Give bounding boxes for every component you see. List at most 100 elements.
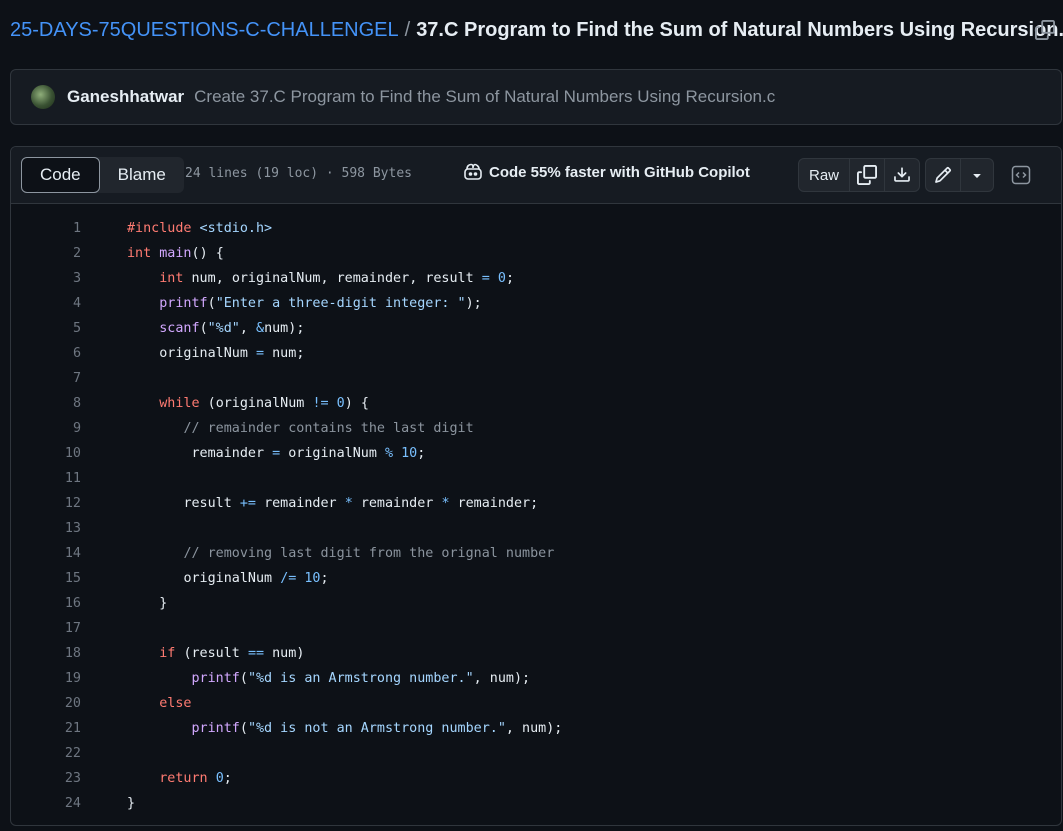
copilot-label: Code 55% faster with GitHub Copilot bbox=[489, 163, 750, 181]
symbols-icon bbox=[1011, 165, 1031, 185]
copilot-icon bbox=[464, 163, 482, 180]
code-text: return 0; bbox=[159, 771, 232, 786]
line-number[interactable]: 6 bbox=[11, 346, 81, 361]
code-line: 22 bbox=[11, 741, 1061, 766]
file-meta: 24 lines (19 loc) · 598 Bytes bbox=[185, 166, 412, 181]
commit-message[interactable]: Create 37.C Program to Find the Sum of N… bbox=[194, 87, 775, 107]
line-number[interactable]: 7 bbox=[11, 371, 81, 386]
code-text: while (originalNum != 0) { bbox=[159, 396, 369, 411]
raw-actions-group: Raw bbox=[798, 158, 920, 192]
code-listing: 1 #include <stdio.h> 2 int main() { 3 int nu… bbox=[11, 204, 1061, 816]
download-icon bbox=[894, 167, 910, 182]
code-line: 23 return 0; bbox=[11, 766, 1061, 791]
commit-author[interactable]: Ganeshhatwar bbox=[67, 87, 184, 107]
code-line: 17 bbox=[11, 616, 1061, 641]
file-viewer: Code Blame 24 lines (19 loc) · 598 Bytes… bbox=[10, 146, 1062, 826]
line-number[interactable]: 24 bbox=[11, 796, 81, 811]
download-button[interactable] bbox=[885, 159, 919, 191]
line-number[interactable]: 4 bbox=[11, 296, 81, 311]
code-line: 6 originalNum = num; bbox=[11, 341, 1061, 366]
line-number[interactable]: 3 bbox=[11, 271, 81, 286]
line-number[interactable]: 16 bbox=[11, 596, 81, 611]
line-number[interactable]: 11 bbox=[11, 471, 81, 486]
tab-blame[interactable]: Blame bbox=[100, 157, 184, 193]
code-text: int main() { bbox=[127, 246, 224, 261]
latest-commit-bar: Ganeshhatwar Create 37.C Program to Find… bbox=[10, 69, 1062, 125]
line-number[interactable]: 18 bbox=[11, 646, 81, 661]
tab-code[interactable]: Code bbox=[21, 157, 100, 193]
line-number[interactable]: 20 bbox=[11, 696, 81, 711]
code-line: 14 // removing last digit from the orign… bbox=[11, 541, 1061, 566]
line-number[interactable]: 17 bbox=[11, 621, 81, 636]
avatar[interactable] bbox=[31, 85, 55, 109]
code-text: else bbox=[159, 696, 192, 711]
line-number[interactable]: 13 bbox=[11, 521, 81, 536]
line-number[interactable]: 23 bbox=[11, 771, 81, 786]
code-line: 9 // remainder contains the last digit bbox=[11, 416, 1061, 441]
code-line: 19 printf("%d is an Armstrong number.", … bbox=[11, 666, 1061, 691]
code-line: 10 remainder = originalNum % 10; bbox=[11, 441, 1061, 466]
edit-dropdown-button[interactable] bbox=[961, 159, 993, 191]
code-line: 1 #include <stdio.h> bbox=[11, 216, 1061, 241]
code-line: 8 while (originalNum != 0) { bbox=[11, 391, 1061, 416]
breadcrumb-separator: / bbox=[404, 18, 411, 41]
triangle-down-icon bbox=[973, 174, 981, 178]
line-number[interactable]: 5 bbox=[11, 321, 81, 336]
raw-button[interactable]: Raw bbox=[799, 159, 850, 191]
code-line: 2 int main() { bbox=[11, 241, 1061, 266]
line-number[interactable]: 10 bbox=[11, 446, 81, 461]
code-line: 3 int num, originalNum, remainder, resul… bbox=[11, 266, 1061, 291]
code-text: result += remainder * remainder * remain… bbox=[183, 496, 539, 511]
code-text: printf("%d is an Armstrong number.", num… bbox=[191, 671, 531, 686]
line-number[interactable]: 12 bbox=[11, 496, 81, 511]
code-line: 5 scanf("%d", &num); bbox=[11, 316, 1061, 341]
copy-icon bbox=[1035, 20, 1055, 40]
code-line: 20 else bbox=[11, 691, 1061, 716]
code-line: 13 bbox=[11, 516, 1061, 541]
line-number[interactable]: 9 bbox=[11, 421, 81, 436]
code-line: 18 if (result == num) bbox=[11, 641, 1061, 666]
code-line: 4 printf("Enter a three-digit integer: "… bbox=[11, 291, 1061, 316]
copilot-button[interactable]: Code 55% faster with GitHub Copilot bbox=[463, 163, 750, 181]
edit-file-button[interactable] bbox=[926, 159, 961, 191]
breadcrumb: 25-DAYS-75QUESTIONS-C-CHALLENGEL / 37.C … bbox=[10, 16, 1063, 44]
breadcrumb-repo-link[interactable]: 25-DAYS-75QUESTIONS-C-CHALLENGEL bbox=[10, 19, 399, 42]
edit-actions-group bbox=[925, 158, 994, 192]
line-number[interactable]: 22 bbox=[11, 746, 81, 761]
line-number[interactable]: 2 bbox=[11, 246, 81, 261]
copy-icon bbox=[857, 165, 877, 185]
code-text: // remainder contains the last digit bbox=[183, 421, 474, 436]
code-text: scanf("%d", &num); bbox=[159, 321, 305, 336]
breadcrumb-file-name: 37.C Program to Find the Sum of Natural … bbox=[416, 18, 1063, 41]
code-text: remainder = originalNum % 10; bbox=[191, 446, 426, 461]
line-number[interactable]: 21 bbox=[11, 721, 81, 736]
pencil-icon bbox=[935, 167, 951, 183]
code-line: 15 originalNum /= 10; bbox=[11, 566, 1061, 591]
code-line: 7 bbox=[11, 366, 1061, 391]
code-line: 16 } bbox=[11, 591, 1061, 616]
code-text: // removing last digit from the orignal … bbox=[183, 546, 555, 561]
view-toggle: Code Blame bbox=[21, 157, 184, 193]
code-text: if (result == num) bbox=[159, 646, 305, 661]
code-line: 24} bbox=[11, 791, 1061, 816]
file-header: Code Blame 24 lines (19 loc) · 598 Bytes… bbox=[11, 147, 1061, 204]
code-text: printf("%d is not an Armstrong number.",… bbox=[191, 721, 563, 736]
code-text: int num, originalNum, remainder, result … bbox=[159, 271, 514, 286]
code-text: originalNum /= 10; bbox=[183, 571, 329, 586]
code-line: 21 printf("%d is not an Armstrong number… bbox=[11, 716, 1061, 741]
line-number[interactable]: 1 bbox=[11, 221, 81, 236]
code-text: } bbox=[127, 796, 136, 811]
code-text: #include <stdio.h> bbox=[127, 221, 273, 236]
code-text: printf("Enter a three-digit integer: "); bbox=[159, 296, 482, 311]
code-text: originalNum = num; bbox=[159, 346, 305, 361]
line-number[interactable]: 14 bbox=[11, 546, 81, 561]
symbols-panel-button[interactable] bbox=[1008, 162, 1034, 188]
line-number[interactable]: 19 bbox=[11, 671, 81, 686]
code-text: } bbox=[159, 596, 168, 611]
copy-path-button[interactable] bbox=[1034, 19, 1056, 41]
line-number[interactable]: 8 bbox=[11, 396, 81, 411]
copy-raw-button[interactable] bbox=[850, 159, 885, 191]
line-number[interactable]: 15 bbox=[11, 571, 81, 586]
code-line: 12 result += remainder * remainder * rem… bbox=[11, 491, 1061, 516]
code-line: 11 bbox=[11, 466, 1061, 491]
